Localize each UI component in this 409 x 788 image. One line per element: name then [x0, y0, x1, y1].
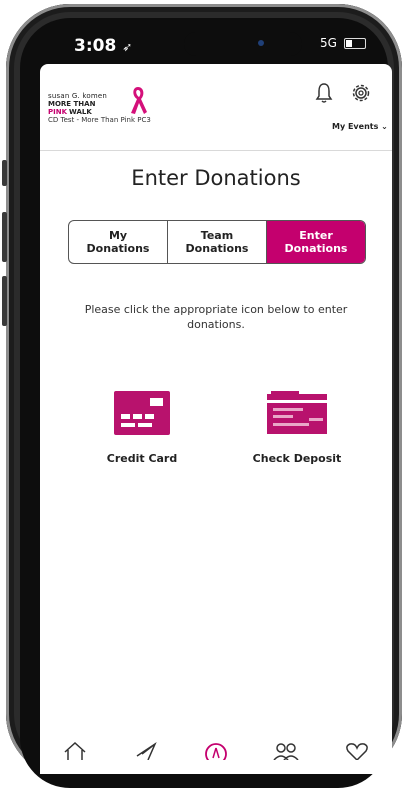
- logo-line-more-than: MORE THAN: [48, 100, 96, 108]
- nav-ribbon[interactable]: [201, 740, 231, 770]
- battery-icon: [343, 38, 366, 49]
- credit-card-option[interactable]: Credit Card: [90, 390, 194, 465]
- send-icon: [136, 741, 157, 760]
- nav-people[interactable]: [271, 740, 301, 770]
- app-header: susan G. komen MORE THAN PINK WALK CD Tes…: [40, 64, 392, 151]
- status-time: 3:08 ➶: [74, 36, 133, 56]
- volume-down-button: [2, 276, 7, 326]
- nav-home[interactable]: [60, 740, 90, 770]
- check-deposit-icon: [267, 391, 327, 434]
- my-events-dropdown[interactable]: My Events ⌄: [332, 122, 388, 131]
- bell-icon[interactable]: [314, 82, 334, 104]
- home-icon: [64, 741, 86, 760]
- tab-my-donations[interactable]: My Donations: [69, 221, 168, 263]
- tab-enter-donations[interactable]: Enter Donations: [267, 221, 365, 263]
- page-title: Enter Donations: [131, 166, 301, 190]
- gear-icon[interactable]: [350, 82, 372, 104]
- app-screen: susan G. komen MORE THAN PINK WALK CD Tes…: [40, 64, 392, 774]
- event-name: CD Test - More Than Pink PC3: [48, 116, 151, 124]
- nav-heart[interactable]: [342, 740, 372, 770]
- chevron-down-icon: ⌄: [381, 122, 388, 131]
- credit-card-icon: [114, 391, 170, 435]
- instructions-text: Please click the appropriate icon below …: [84, 303, 348, 331]
- tab-team-donations[interactable]: Team Donations: [168, 221, 267, 263]
- people-icon: [273, 743, 299, 760]
- network-label: 5G: [320, 36, 337, 50]
- credit-card-label: Credit Card: [106, 452, 178, 465]
- camera-dot: [258, 40, 264, 46]
- heart-icon: [345, 743, 368, 760]
- volume-up-button: [2, 212, 7, 262]
- logo-brand: susan G. komen: [48, 92, 108, 100]
- donation-tabs: My Donations Team Donations Enter Donati…: [68, 220, 366, 264]
- notch: [184, 32, 302, 56]
- nav-send[interactable]: [131, 740, 161, 770]
- status-indicators: 5G: [320, 36, 366, 50]
- pink-ribbon-icon: [131, 87, 147, 114]
- check-deposit-option[interactable]: Check Deposit: [232, 390, 362, 465]
- bottom-nav: [40, 740, 392, 774]
- location-arrow-icon: ➶: [122, 40, 133, 54]
- mute-switch: [2, 160, 7, 186]
- ribbon-icon: [205, 743, 227, 760]
- check-deposit-label: Check Deposit: [252, 452, 342, 465]
- logo-line-pink-walk: PINK WALK: [48, 108, 92, 116]
